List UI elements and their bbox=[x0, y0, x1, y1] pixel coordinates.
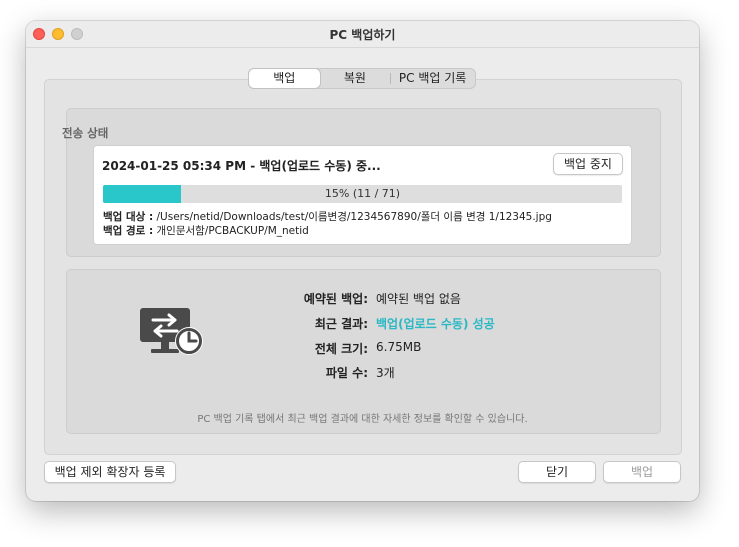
backup-path-value: 개인문서함/PCBACKUP/M_netid bbox=[156, 225, 309, 237]
transfer-status-text: 2024-01-25 05:34 PM - 백업(업로드 수동) 중... bbox=[102, 159, 381, 173]
backup-window: PC 백업하기 백업 복원 PC 백업 기록 전송 상태 2024-01-25 … bbox=[26, 21, 699, 501]
history-footnote: PC 백업 기록 탭에서 최근 백업 결과에 대한 자세한 정보를 확인할 수 … bbox=[197, 414, 528, 425]
file-count-value: 3개 bbox=[376, 366, 395, 380]
transfer-status-heading: 전송 상태 bbox=[62, 126, 109, 140]
stop-backup-button[interactable]: 백업 중지 bbox=[553, 153, 623, 175]
monitor-sync-clock-icon bbox=[140, 308, 203, 355]
backup-path-label: 백업 경로 : bbox=[103, 225, 154, 237]
scheduled-backup-label: 예약된 백업: bbox=[303, 292, 368, 306]
tab-backup[interactable]: 백업 bbox=[249, 69, 320, 88]
file-count-label: 파일 수: bbox=[325, 366, 368, 380]
window-title: PC 백업하기 bbox=[329, 28, 396, 42]
progress-bar: 15% (11 / 71) bbox=[103, 185, 622, 203]
backup-path-row: 백업 경로 : 개인문서함/PCBACKUP/M_netid bbox=[103, 223, 309, 238]
close-button[interactable]: 닫기 bbox=[518, 461, 596, 483]
recent-result-label: 최근 결과: bbox=[314, 317, 368, 331]
tab-backup-history[interactable]: PC 백업 기록 bbox=[390, 69, 475, 88]
backup-target-row: 백업 대상 : /Users/netid/Downloads/test/이름변경… bbox=[103, 209, 552, 224]
tab-bar: 백업 복원 PC 백업 기록 bbox=[248, 68, 476, 89]
tab-restore[interactable]: 복원 bbox=[320, 69, 391, 88]
backup-target-label: 백업 대상 : bbox=[103, 211, 154, 223]
exclude-extensions-button[interactable]: 백업 제외 확장자 등록 bbox=[44, 461, 176, 483]
progress-text: 15% (11 / 71) bbox=[324, 187, 401, 200]
backup-target-value: /Users/netid/Downloads/test/이름변경/1234567… bbox=[156, 211, 552, 223]
total-size-value: 6.75MB bbox=[376, 340, 422, 354]
recent-result-value: 백업(업로드 수동) 성공 bbox=[376, 317, 495, 331]
total-size-label: 전체 크기: bbox=[314, 342, 368, 356]
scheduled-backup-value: 예약된 백업 없음 bbox=[376, 292, 461, 306]
title-bar: PC 백업하기 bbox=[26, 21, 699, 48]
backup-button[interactable]: 백업 bbox=[603, 461, 681, 483]
